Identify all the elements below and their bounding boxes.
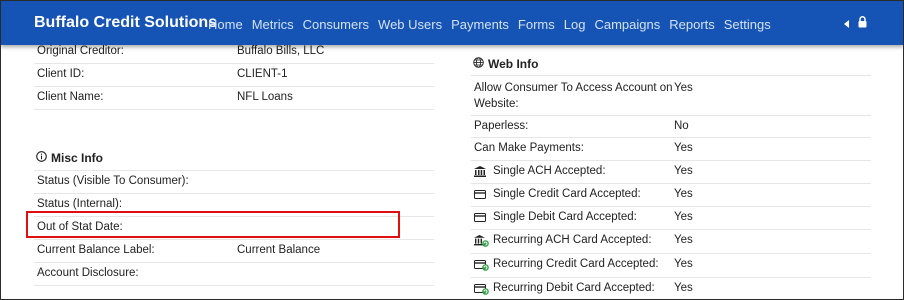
- row-value: NFL Loans: [237, 91, 293, 103]
- row-label: Out of Stat Date:: [37, 221, 123, 233]
- detail-row: Allow Consumer To Access Account on Webs…: [471, 75, 871, 116]
- detail-row: Paperless: No: [471, 116, 871, 138]
- brand-title[interactable]: Buffalo Credit Solutions: [34, 14, 217, 32]
- row-value: Yes: [674, 142, 693, 154]
- detail-row: Single ACH Accepted: Yes: [471, 161, 871, 184]
- nav-web-users[interactable]: Web Users: [378, 17, 442, 32]
- detail-row: Recurring Debit Card Accepted: Yes: [471, 278, 871, 299]
- detail-row: Client Name: NFL Loans: [34, 87, 434, 110]
- lock-icon[interactable]: [858, 16, 867, 31]
- row-label: Status (Visible To Consumer):: [37, 175, 189, 187]
- row-label: Paperless:: [474, 120, 529, 132]
- bank-icon: [474, 166, 486, 180]
- detail-row: Single Credit Card Accepted: Yes: [471, 184, 871, 207]
- row-value: Yes: [674, 258, 693, 270]
- row-value: CLIENT-1: [237, 68, 288, 80]
- row-value: Buffalo Bills, LLC: [237, 45, 325, 57]
- main-nav: Home Metrics Consumers Web Users Payment…: [208, 17, 780, 32]
- row-label-line2: Website:: [474, 98, 519, 110]
- debit-card-recurring-icon: [474, 284, 489, 298]
- row-value: Yes: [674, 188, 693, 200]
- detail-row: Recurring Credit Card Accepted: Yes: [471, 254, 871, 278]
- row-value: Yes: [674, 234, 693, 246]
- misc-info-heading: Misc Info: [36, 151, 103, 165]
- credit-card-icon: [474, 190, 486, 202]
- detail-row: Can Make Payments: Yes: [471, 138, 871, 161]
- row-value: Yes: [674, 165, 693, 177]
- detail-row: Account Disclosure:: [34, 263, 434, 286]
- info-circle-icon: [36, 151, 47, 165]
- nav-right-controls: [844, 16, 867, 31]
- web-info-title: Web Info: [488, 57, 539, 71]
- row-label: Single Credit Card Accepted:: [493, 188, 641, 200]
- detail-row: Status (Internal):: [34, 194, 434, 217]
- bank-recurring-icon: [474, 235, 489, 250]
- nav-log[interactable]: Log: [564, 17, 586, 32]
- credit-card-recurring-icon: [474, 260, 489, 274]
- misc-info-table: Status (Visible To Consumer): Status (In…: [34, 170, 434, 286]
- row-label: Can Make Payments:: [474, 142, 584, 154]
- detail-row: Current Balance Label: Current Balance: [34, 240, 434, 263]
- misc-info-title: Misc Info: [51, 151, 104, 165]
- nav-payments[interactable]: Payments: [451, 17, 509, 32]
- row-value: Yes: [674, 82, 693, 94]
- row-label: Status (Internal):: [37, 198, 123, 210]
- web-info-table: Allow Consumer To Access Account on Webs…: [471, 75, 871, 299]
- row-label: Account Disclosure:: [37, 267, 139, 279]
- detail-row-out-of-stat: Out of Stat Date:: [34, 217, 434, 240]
- detail-row: Recurring ACH Card Accepted: Yes: [471, 230, 871, 254]
- row-value: Current Balance: [237, 244, 321, 256]
- row-value: No: [674, 120, 689, 132]
- row-label-line1: Allow Consumer To Access Account on: [474, 82, 673, 94]
- caret-left-icon[interactable]: [844, 19, 849, 28]
- globe-icon: [473, 57, 484, 71]
- row-label: Recurring Debit Card Accepted:: [493, 282, 655, 294]
- row-value: Yes: [674, 211, 693, 223]
- row-label: Single ACH Accepted:: [493, 165, 606, 177]
- nav-consumers[interactable]: Consumers: [303, 17, 369, 32]
- row-value: Yes: [674, 282, 693, 294]
- detail-row: Single Debit Card Accepted: Yes: [471, 207, 871, 230]
- nav-campaigns[interactable]: Campaigns: [594, 17, 660, 32]
- detail-row: Client ID: CLIENT-1: [34, 64, 434, 87]
- left-info-panel: Original Creditor: Buffalo Bills, LLC Cl…: [34, 41, 434, 110]
- nav-forms[interactable]: Forms: [518, 17, 555, 32]
- detail-row: Status (Visible To Consumer):: [34, 170, 434, 194]
- row-label: Current Balance Label:: [37, 244, 155, 256]
- app-frame: Buffalo Credit Solutions Home Metrics Co…: [0, 0, 904, 300]
- debit-card-icon: [474, 213, 486, 225]
- nav-home[interactable]: Home: [208, 17, 243, 32]
- row-label: Client ID:: [37, 68, 85, 80]
- nav-reports[interactable]: Reports: [669, 17, 715, 32]
- row-label: Recurring ACH Card Accepted:: [493, 234, 652, 246]
- row-label: Original Creditor:: [37, 45, 124, 57]
- row-label: Recurring Credit Card Accepted:: [493, 258, 659, 270]
- nav-settings[interactable]: Settings: [724, 17, 771, 32]
- row-label: Single Debit Card Accepted:: [493, 211, 637, 223]
- row-label: Client Name:: [37, 91, 104, 103]
- top-navbar: Buffalo Credit Solutions Home Metrics Co…: [1, 1, 903, 45]
- web-info-heading: Web Info: [473, 57, 538, 71]
- nav-metrics[interactable]: Metrics: [252, 17, 294, 32]
